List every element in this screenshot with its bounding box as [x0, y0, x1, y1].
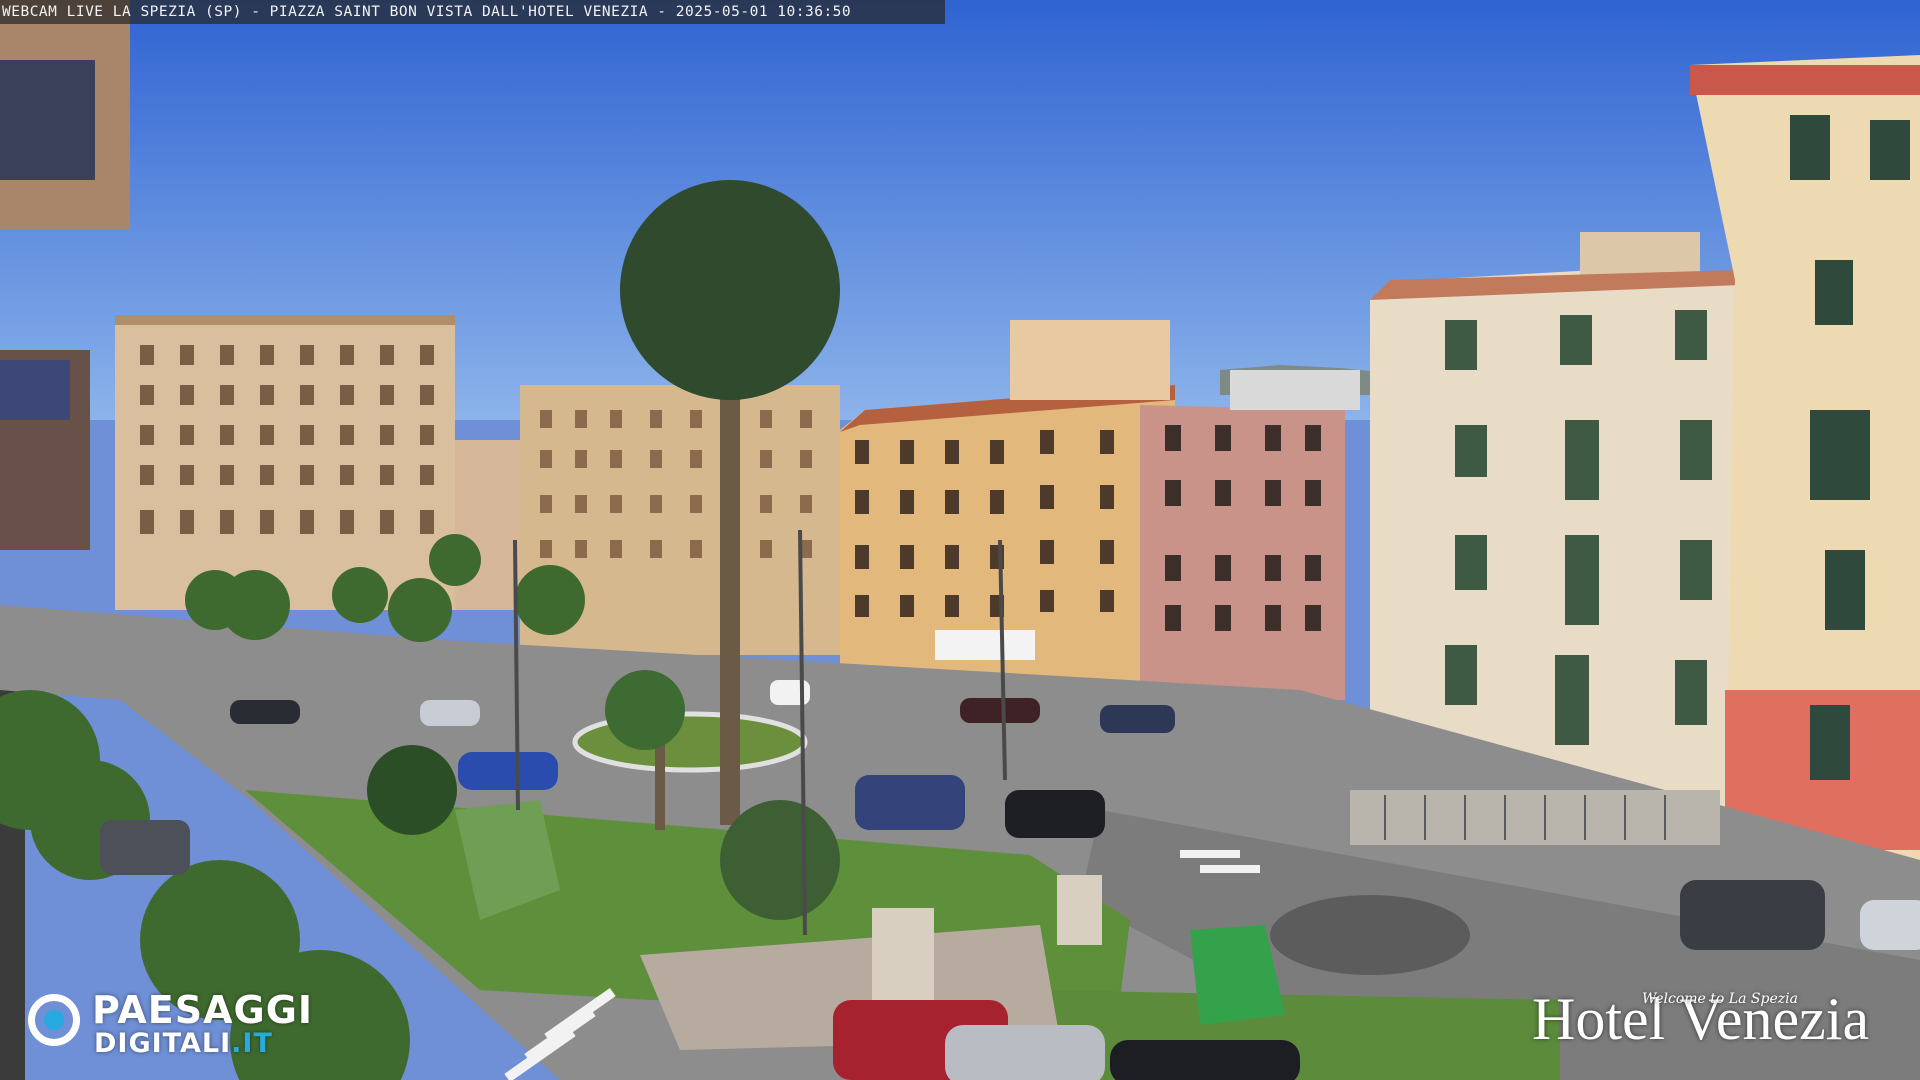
- building-left-edge-blurred: [0, 0, 130, 1080]
- logo-line-2: DIGITALI.IT: [94, 1028, 273, 1059]
- building-far-left: [115, 315, 455, 610]
- median-bush: [367, 745, 457, 835]
- logo-line-2-suffix: .IT: [231, 1028, 273, 1059]
- paesaggi-digitali-logo: PAESAGGI DIGITALI.IT: [28, 986, 348, 1059]
- building-middle-left: [455, 385, 840, 655]
- lens-ring-icon: [28, 994, 80, 1046]
- advert-sign: [872, 908, 934, 1000]
- median-palm-shrub: [720, 800, 840, 920]
- logo-line-1: PAESAGGI: [92, 988, 314, 1032]
- advert-sign-2: [1057, 875, 1102, 945]
- webcam-scene: [0, 0, 1920, 1080]
- hotel-venezia-logo: Hotel Venezia Welcome to La Spezia: [1530, 985, 1910, 1065]
- hotel-tagline: Welcome to La Spezia: [1642, 991, 1798, 1007]
- webcam-caption: WEBCAM LIVE LA SPEZIA (SP) - PIAZZA SAIN…: [0, 0, 945, 24]
- building-pink: [1140, 370, 1360, 700]
- logo-line-2-main: DIGITALI: [94, 1028, 232, 1059]
- palm-shadow: [1270, 895, 1470, 975]
